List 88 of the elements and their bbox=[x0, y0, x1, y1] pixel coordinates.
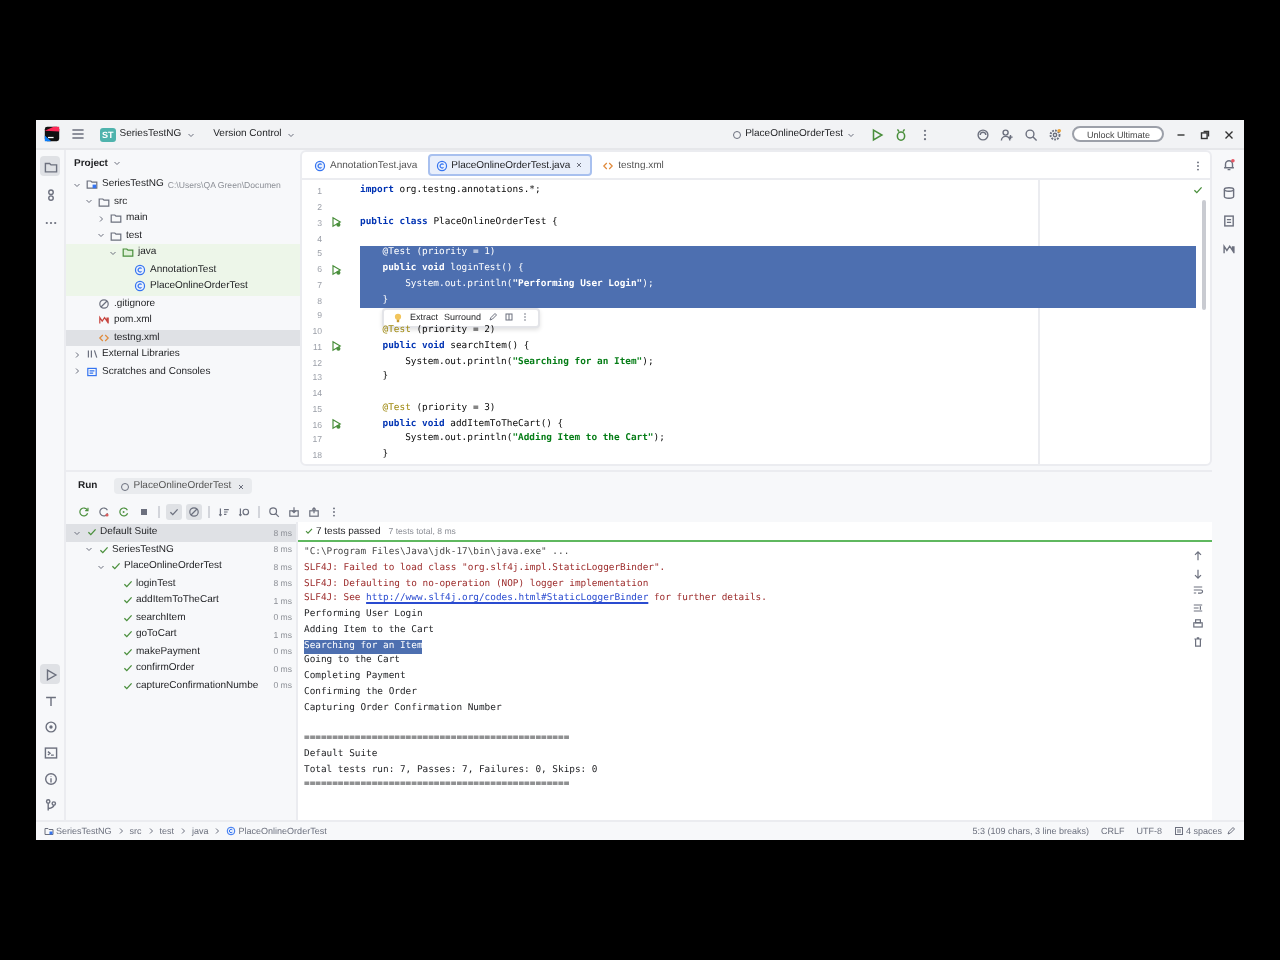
notifications-icon[interactable] bbox=[1221, 158, 1235, 172]
circle-slash-toggle[interactable] bbox=[186, 503, 202, 519]
document-icon[interactable] bbox=[1221, 214, 1235, 228]
run-icon[interactable] bbox=[870, 127, 885, 141]
hammer-icon bbox=[43, 693, 57, 707]
person-add-icon[interactable] bbox=[1000, 127, 1015, 141]
code-brackets-icon bbox=[602, 159, 615, 171]
terminal-icon bbox=[43, 745, 57, 759]
module-folder-icon bbox=[86, 178, 98, 191]
chevron-down-icon bbox=[285, 129, 296, 139]
circular-arrow-icon bbox=[118, 505, 130, 517]
info-icon bbox=[43, 771, 57, 785]
sort-toggle[interactable] bbox=[236, 503, 252, 519]
circular-arrow-icon bbox=[78, 505, 90, 517]
sort-icon bbox=[218, 505, 230, 517]
maven-icon[interactable] bbox=[1221, 242, 1235, 256]
check-icon bbox=[304, 526, 314, 536]
circular-arrow-icon bbox=[98, 505, 110, 517]
menu-icon[interactable] bbox=[70, 126, 86, 142]
chevron-down-icon bbox=[111, 158, 122, 168]
class-file-icon bbox=[226, 826, 237, 836]
scrollbar-thumb[interactable] bbox=[1202, 200, 1206, 310]
chevron-right-icon bbox=[145, 826, 156, 836]
check-icon bbox=[1192, 184, 1204, 196]
pencil-icon[interactable] bbox=[1226, 826, 1236, 836]
play-icon bbox=[43, 667, 57, 681]
trash-icon[interactable] bbox=[1192, 635, 1204, 647]
chevron-down-icon bbox=[185, 129, 196, 139]
check-icon bbox=[168, 505, 180, 517]
search-icon[interactable] bbox=[1024, 127, 1039, 141]
arrow-up-icon[interactable] bbox=[1192, 550, 1204, 562]
run-icon[interactable] bbox=[330, 263, 342, 276]
folder-icon bbox=[43, 159, 57, 173]
check-toggle[interactable] bbox=[166, 503, 182, 519]
soft-wrap-icon[interactable] bbox=[1192, 584, 1204, 596]
target-icon bbox=[43, 719, 57, 733]
database-icon[interactable] bbox=[1221, 186, 1235, 200]
stop-toggle[interactable] bbox=[136, 503, 152, 519]
info-tool-button[interactable] bbox=[40, 768, 60, 788]
export-icon bbox=[308, 505, 320, 517]
class-file-icon bbox=[314, 159, 326, 171]
play-tool-button[interactable] bbox=[40, 664, 60, 684]
library-icon bbox=[86, 348, 98, 361]
class-file-icon bbox=[134, 280, 146, 293]
swirl-icon[interactable] bbox=[976, 127, 991, 141]
circular-arrow-toggle[interactable] bbox=[76, 503, 92, 519]
module-folder-icon bbox=[44, 826, 54, 836]
print-icon[interactable] bbox=[1192, 618, 1204, 630]
lightbulb-icon[interactable] bbox=[392, 311, 404, 324]
scratches-icon bbox=[86, 365, 98, 378]
class-file-icon bbox=[435, 159, 448, 171]
chevron-right-icon bbox=[212, 826, 223, 836]
restore-icon[interactable] bbox=[1198, 127, 1212, 141]
app-logo-icon[interactable] bbox=[44, 126, 60, 142]
pencil-icon[interactable] bbox=[487, 312, 498, 323]
scroll-to-end-icon[interactable] bbox=[1192, 601, 1204, 613]
sort-toggle[interactable] bbox=[216, 503, 232, 519]
arrow-down-icon[interactable] bbox=[1192, 567, 1204, 579]
branch-tool-button[interactable] bbox=[40, 794, 60, 814]
ignore-file-icon bbox=[98, 297, 110, 310]
chevron-down-icon bbox=[846, 129, 857, 139]
import-icon bbox=[288, 505, 300, 517]
chevron-right-icon bbox=[178, 826, 189, 836]
stop-icon bbox=[138, 505, 150, 517]
circle-slash-icon bbox=[188, 505, 200, 517]
chevron-right-icon bbox=[115, 826, 126, 836]
target-tool-button[interactable] bbox=[40, 716, 60, 736]
close-icon[interactable] bbox=[1222, 127, 1236, 141]
search-icon bbox=[268, 505, 280, 517]
search-toggle[interactable] bbox=[266, 503, 282, 519]
indent-icon bbox=[1173, 826, 1184, 836]
class-file-icon bbox=[134, 263, 146, 276]
circular-arrow-toggle[interactable] bbox=[96, 503, 112, 519]
folder-tool-button[interactable] bbox=[40, 156, 60, 176]
class-file-icon bbox=[731, 129, 742, 139]
terminal-tool-button[interactable] bbox=[40, 742, 60, 762]
export-toggle[interactable] bbox=[306, 503, 322, 519]
run-icon[interactable] bbox=[330, 418, 342, 431]
class-file-icon bbox=[119, 481, 130, 491]
run-icon[interactable] bbox=[330, 216, 342, 229]
code-brackets-icon bbox=[98, 331, 110, 344]
run-icon[interactable] bbox=[330, 340, 342, 353]
sort-icon bbox=[238, 505, 250, 517]
bug-icon[interactable] bbox=[894, 127, 909, 141]
branch-icon bbox=[43, 797, 57, 811]
maven-file-icon bbox=[98, 314, 110, 327]
import-toggle[interactable] bbox=[286, 503, 302, 519]
circular-arrow-toggle[interactable] bbox=[116, 503, 132, 519]
